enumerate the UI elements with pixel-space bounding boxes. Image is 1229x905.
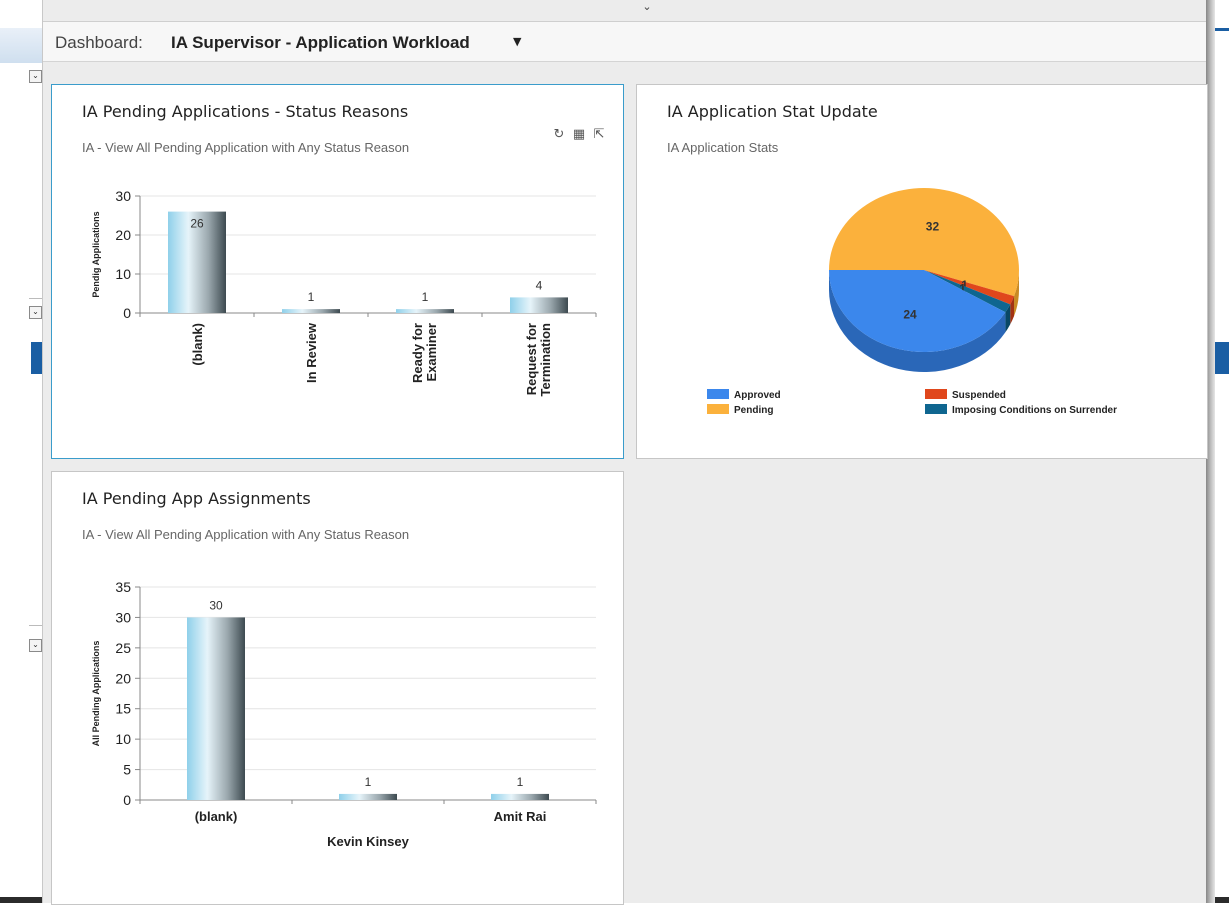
x-tick-label: Request forTermination	[524, 323, 553, 396]
legend-label: Suspended	[952, 390, 1006, 401]
dashboard-header: Dashboard: IA Supervisor - Application W…	[43, 21, 1206, 62]
bar	[491, 793, 549, 800]
data-label: 30	[209, 598, 223, 612]
collapse-icon[interactable]: ⌄	[29, 70, 42, 83]
x-tick-label: (blank)	[195, 809, 238, 824]
bar	[187, 617, 245, 800]
bg-accent-bar-left	[31, 342, 42, 374]
expand-icon[interactable]: ⇱	[591, 127, 607, 143]
panel-title: IA Application Stat Update	[667, 102, 878, 121]
legend-label: Imposing Conditions on Surrender	[952, 405, 1117, 416]
collapse-icon[interactable]: ⌄	[29, 639, 42, 652]
bg-accent-bar-right	[1215, 342, 1229, 374]
panel-assignments[interactable]: IA Pending App Assignments IA - View All…	[51, 471, 624, 905]
data-label: 1	[365, 775, 372, 789]
x-tick-label: In Review	[304, 322, 319, 383]
y-tick-label: 25	[115, 640, 131, 656]
grid-icon[interactable]: ▦	[571, 127, 587, 143]
panel-status-reasons[interactable]: IA Pending Applications - Status Reasons…	[51, 84, 624, 459]
data-label: 1	[422, 290, 429, 304]
y-tick-label: 20	[115, 670, 131, 686]
data-label: 26	[190, 217, 204, 231]
y-tick-label: 15	[115, 701, 131, 717]
collapse-icon[interactable]: ⌄	[29, 306, 42, 319]
y-tick-label: 30	[115, 609, 131, 625]
dashboard-label: Dashboard:	[55, 33, 143, 52]
panel-subtitle: IA - View All Pending Application with A…	[82, 140, 410, 155]
x-tick-label: (blank)	[190, 323, 205, 366]
legend-swatch	[925, 404, 947, 414]
y-tick-label: 35	[115, 579, 131, 595]
x-axis-label: Kevin Kinsey	[327, 834, 409, 849]
y-tick-label: 30	[115, 188, 131, 204]
y-tick-label: 0	[123, 792, 131, 808]
y-tick-label: 10	[115, 731, 131, 747]
y-tick-label: 20	[115, 227, 131, 243]
data-label: 1	[308, 290, 315, 304]
bg-divider-line	[29, 625, 42, 626]
bg-header-line-right	[1215, 28, 1229, 31]
bar	[339, 793, 397, 800]
pie-data-label: 24	[903, 307, 917, 321]
assignments-bar-chart: 0 5 10 15 20 25 30 35 30 (blank) 1 1 Amit Rai All Pen…	[91, 579, 597, 849]
y-tick-label: 5	[123, 762, 131, 778]
y-tick-label: 0	[123, 305, 131, 321]
bar	[282, 309, 340, 313]
dashboard-overlay: ⌄ Dashboard: IA Supervisor - Application…	[42, 0, 1208, 905]
dashboard-selector[interactable]: IA Supervisor - Application Workload	[171, 33, 470, 53]
legend-swatch	[707, 404, 729, 414]
legend-label: Approved	[734, 390, 781, 401]
panel-subtitle: IA Application Stats	[667, 140, 779, 155]
y-tick-label: 10	[115, 266, 131, 282]
data-label: 1	[517, 775, 524, 789]
x-tick-label: Amit Rai	[494, 809, 547, 824]
bar	[396, 309, 454, 313]
bar	[510, 297, 568, 313]
panel-toolbar: ↻ ▦ ⇱	[547, 123, 607, 143]
bg-divider-line	[29, 298, 42, 299]
y-axis-label: All Pending Applications	[91, 641, 101, 747]
caret-down-icon[interactable]: ▼	[513, 35, 521, 48]
x-tick-label: Ready forExaminer	[410, 323, 439, 383]
legend-label: Pending	[734, 405, 773, 416]
stat-update-pie-chart: 321124Approved SuspendedPending Imposing C…	[707, 187, 1117, 416]
y-axis-label: Pendig Applications	[91, 211, 101, 297]
status-reasons-bar-chart: 0 10 20 30 26 (blank) 1 In Review 1 Ready forExam…	[91, 188, 597, 396]
panel-stat-update[interactable]: IA Application Stat Update IA Applicatio…	[636, 84, 1208, 459]
panel-title: IA Pending Applications - Status Reasons	[82, 102, 409, 121]
panel-title: IA Pending App Assignments	[82, 489, 311, 508]
legend-swatch	[707, 389, 729, 399]
data-label: 4	[536, 278, 543, 292]
refresh-icon[interactable]: ↻	[551, 127, 567, 143]
legend-swatch	[925, 389, 947, 399]
pie-data-label: 32	[926, 219, 940, 233]
chevron-down-icon[interactable]: ⌄	[637, 0, 657, 14]
bg-page-header-band	[0, 28, 42, 63]
